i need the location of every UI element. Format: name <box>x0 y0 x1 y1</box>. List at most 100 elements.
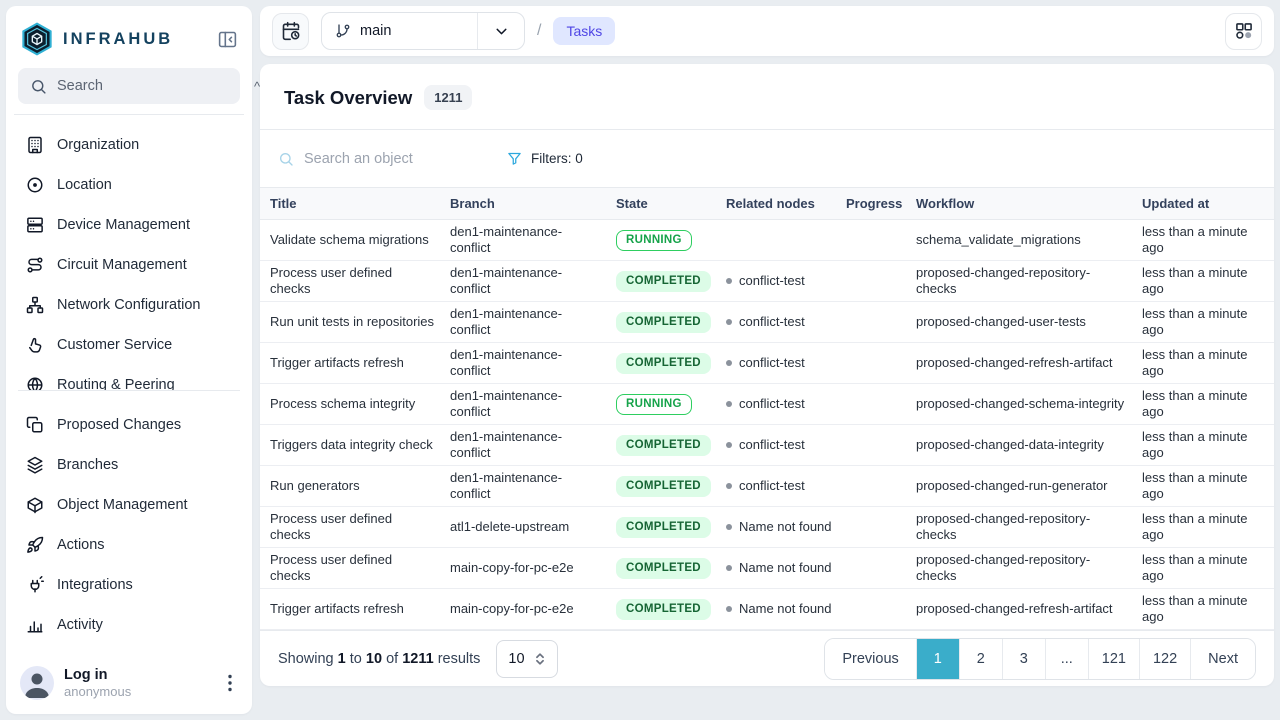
cell-title: Triggers data integrity check <box>260 425 440 466</box>
chevron-down-icon <box>493 23 510 40</box>
cell-related-nodes: conflict-test <box>716 261 836 302</box>
col-related-nodes[interactable]: Related nodes <box>716 188 836 220</box>
sidebar-item-network-configuration[interactable]: Network Configuration <box>18 285 240 325</box>
related-node-link[interactable]: Name not found <box>739 601 832 617</box>
branch-selector[interactable]: main <box>321 12 525 50</box>
main-area: main / Tasks Task Overview 1211 <box>260 6 1274 714</box>
sidebar-item-label: Branches <box>57 457 118 473</box>
state-badge: RUNNING <box>616 394 692 415</box>
git-branch-icon <box>335 23 351 39</box>
sidebar-item-actions[interactable]: Actions <box>18 525 240 565</box>
table-row[interactable]: Process user defined checksden1-maintena… <box>260 261 1274 302</box>
results-summary: Showing 1 to 10 of 1211 results <box>278 651 480 667</box>
pagination-page-2[interactable]: 2 <box>959 639 1002 679</box>
filters-button[interactable]: Filters: 0 <box>507 151 583 166</box>
related-node-link[interactable]: conflict-test <box>739 355 805 371</box>
sidebar-item-organization[interactable]: Organization <box>18 125 240 165</box>
object-search-input[interactable] <box>304 151 493 167</box>
table-row[interactable]: Trigger artifacts refreshmain-copy-for-p… <box>260 589 1274 630</box>
cell-state: RUNNING <box>606 220 716 261</box>
sidebar-item-integrations[interactable]: Integrations <box>18 565 240 605</box>
col-branch[interactable]: Branch <box>440 188 606 220</box>
cell-state: COMPLETED <box>606 302 716 343</box>
state-badge: COMPLETED <box>616 435 711 456</box>
collapse-sidebar-icon[interactable] <box>217 29 238 50</box>
related-node-link[interactable]: conflict-test <box>739 273 805 289</box>
page-size-select[interactable]: 10 <box>496 640 557 678</box>
related-node-link[interactable]: conflict-test <box>739 314 805 330</box>
table-footer: Showing 1 to 10 of 1211 results 10 Previ… <box>260 630 1274 686</box>
col-updated-at[interactable]: Updated at <box>1132 188 1274 220</box>
hand-icon <box>26 336 44 354</box>
sidebar-item-label: Integrations <box>57 577 133 593</box>
table-row[interactable]: Run generatorsden1-maintenance-conflictC… <box>260 466 1274 507</box>
table-row[interactable]: Process user defined checksmain-copy-for… <box>260 548 1274 589</box>
sidebar-search[interactable]: ^K <box>18 68 240 104</box>
pagination-page-121[interactable]: 121 <box>1088 639 1139 679</box>
pagination-ellipsis[interactable]: ... <box>1045 639 1088 679</box>
login-link[interactable]: Log in <box>64 667 131 683</box>
pagination-page-122[interactable]: 122 <box>1139 639 1190 679</box>
sidebar-item-proposed-changes[interactable]: Proposed Changes <box>18 405 240 445</box>
table-row[interactable]: Run unit tests in repositoriesden1-maint… <box>260 302 1274 343</box>
related-node-link[interactable]: conflict-test <box>739 396 805 412</box>
pagination-page-1[interactable]: 1 <box>916 639 959 679</box>
cell-updated-at: less than a minute ago <box>1132 261 1274 302</box>
schema-button[interactable] <box>1225 13 1262 50</box>
location-icon <box>26 176 44 194</box>
cell-progress <box>836 384 906 425</box>
node-dot-icon <box>726 524 732 530</box>
related-node-link[interactable]: Name not found <box>739 560 832 576</box>
state-badge: COMPLETED <box>616 271 711 292</box>
col-progress[interactable]: Progress <box>836 188 906 220</box>
time-travel-button[interactable] <box>272 13 309 50</box>
pagination-page-3[interactable]: 3 <box>1002 639 1045 679</box>
sidebar-item-object-management[interactable]: Object Management <box>18 485 240 525</box>
brand-row: INFRAHUB <box>18 18 240 60</box>
rocket-icon <box>26 536 44 554</box>
table-row[interactable]: Process schema integrityden1-maintenance… <box>260 384 1274 425</box>
sidebar-item-circuit-management[interactable]: Circuit Management <box>18 245 240 285</box>
related-node-link[interactable]: conflict-test <box>739 478 805 494</box>
cell-progress <box>836 466 906 507</box>
cell-workflow: schema_validate_migrations <box>906 220 1132 261</box>
username-label: anonymous <box>64 684 131 699</box>
table-row[interactable]: Trigger artifacts refreshden1-maintenanc… <box>260 343 1274 384</box>
object-search[interactable] <box>278 151 493 167</box>
sidebar-nav-primary: Organization Location Device Management … <box>18 125 240 391</box>
col-workflow[interactable]: Workflow <box>906 188 1132 220</box>
cell-state: COMPLETED <box>606 507 716 548</box>
sidebar-search-input[interactable] <box>57 78 244 94</box>
breadcrumb-tasks[interactable]: Tasks <box>553 17 615 45</box>
related-node-link[interactable]: conflict-test <box>739 437 805 453</box>
col-state[interactable]: State <box>606 188 716 220</box>
cell-branch: den1-maintenance-conflict <box>440 466 606 507</box>
sidebar-item-device-management[interactable]: Device Management <box>18 205 240 245</box>
network-icon <box>26 296 44 314</box>
state-badge: RUNNING <box>616 230 692 251</box>
cell-progress <box>836 425 906 466</box>
related-node-link[interactable]: Name not found <box>739 519 832 535</box>
sidebar-item-location[interactable]: Location <box>18 165 240 205</box>
sidebar-item-branches[interactable]: Branches <box>18 445 240 485</box>
sidebar-item-activity[interactable]: Activity <box>18 605 240 645</box>
table-row[interactable]: Process user defined checksatl1-delete-u… <box>260 507 1274 548</box>
cell-related-nodes <box>716 220 836 261</box>
filters-label: Filters: 0 <box>531 151 583 166</box>
cell-progress <box>836 343 906 384</box>
sidebar-item-label: Organization <box>57 137 139 153</box>
col-title[interactable]: Title <box>260 188 440 220</box>
cell-related-nodes: conflict-test <box>716 466 836 507</box>
branch-dropdown-toggle[interactable] <box>477 13 524 49</box>
cell-branch: den1-maintenance-conflict <box>440 261 606 302</box>
state-badge: COMPLETED <box>616 517 711 538</box>
cell-workflow: proposed-changed-refresh-artifact <box>906 343 1132 384</box>
table-row[interactable]: Validate schema migrationsden1-maintenan… <box>260 220 1274 261</box>
pagination-next[interactable]: Next <box>1190 639 1255 679</box>
table-row[interactable]: Triggers data integrity checkden1-mainte… <box>260 425 1274 466</box>
sidebar-item-customer-service[interactable]: Customer Service <box>18 325 240 365</box>
sidebar-item-routing-peering[interactable]: Routing & Peering <box>18 365 240 391</box>
pagination-previous[interactable]: Previous <box>825 639 915 679</box>
kebab-menu-icon[interactable] <box>222 670 238 696</box>
sidebar-item-label: Routing & Peering <box>57 377 175 391</box>
